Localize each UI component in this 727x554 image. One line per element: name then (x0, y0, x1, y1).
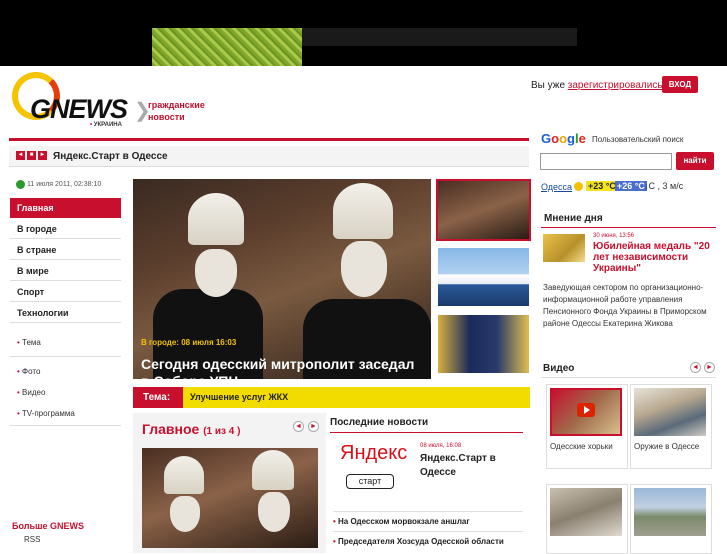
logo-text: GNEWS (30, 94, 128, 124)
video-title: Видео (543, 363, 575, 374)
opinion-headline[interactable]: Юбилейная медаль "20 лет независимости У… (593, 241, 718, 274)
rss-link[interactable]: RSS (24, 535, 40, 544)
main-news-title-text: Главное (142, 421, 200, 437)
tema-link[interactable]: Улучшение услуг ЖКХ (190, 392, 288, 402)
sidebar-divider (10, 356, 121, 357)
sidebar-link-tv[interactable]: TV-программа (17, 409, 75, 418)
opinion-title: Мнение дня (544, 213, 603, 224)
sidebar-item-main[interactable]: Главная (10, 198, 121, 218)
video-next-button[interactable]: ► (704, 362, 715, 373)
more-gnews-heading: Больше GNEWS (12, 521, 84, 531)
feature-category[interactable]: В городе: 08 июля 16:03 (141, 338, 236, 347)
latest-news-title: Последние новости (330, 417, 429, 428)
list-item[interactable]: На Одесском морвокзале аншлаг (333, 511, 523, 531)
login-question: Вы уже (531, 80, 568, 91)
weather-wind: ↓С , 3 м/с (644, 181, 684, 191)
play-icon[interactable] (577, 403, 595, 417)
login-button[interactable]: ВХОД (662, 76, 698, 93)
video-thumbnail[interactable] (634, 488, 706, 536)
latest-news-divider (330, 432, 523, 433)
yandex-logo-red: Я (340, 442, 355, 464)
video-thumbnail[interactable] (634, 388, 706, 436)
gnews-logo[interactable]: GNEWS УКРАИНА (12, 72, 128, 134)
sidebar-item-world[interactable]: В мире (10, 261, 121, 281)
yandex-start-image[interactable]: Яндекс старт (336, 440, 407, 496)
weather-temp-today: +23 °C (586, 181, 618, 191)
sidebar-item-tech[interactable]: Технологии (10, 303, 121, 323)
sidebar-link-tema[interactable]: Тема (17, 338, 41, 347)
video-caption[interactable]: Оружие в Одессе (634, 442, 699, 451)
feature-thumbnail[interactable] (436, 313, 531, 375)
banner-strip (302, 28, 577, 46)
sun-icon (574, 182, 583, 191)
video-thumbnail[interactable] (550, 488, 622, 536)
civic-news-label[interactable]: гражданские новости (148, 99, 208, 123)
header-divider (9, 138, 529, 141)
sidebar-item-sport[interactable]: Спорт (10, 282, 121, 302)
sidebar-item-country[interactable]: В стране (10, 240, 121, 260)
logo-sub: УКРАИНА (90, 122, 122, 128)
latest-news-date: 08 июля, 16:08 (420, 443, 462, 449)
feature-thumbnail[interactable] (436, 179, 531, 241)
clock-icon (16, 180, 25, 189)
list-item[interactable]: Председателя Хозсуда Одесской области (333, 531, 523, 551)
yandex-start-badge: старт (346, 474, 394, 489)
sidebar-divider (10, 425, 121, 426)
feature-photo[interactable] (133, 179, 431, 379)
video-divider (541, 377, 716, 378)
ticker-stop-button[interactable]: ■ (27, 151, 36, 160)
feature-headline[interactable]: Сегодня одесский митрополит заседал в Со… (141, 356, 426, 379)
current-date: 11 июля 2011, 02:38:10 (27, 181, 102, 188)
yandex-logo: Яндекс (340, 442, 407, 465)
main-next-button[interactable]: ► (308, 421, 319, 432)
video-prev-button[interactable]: ◄ (690, 362, 701, 373)
banner-image[interactable] (152, 28, 302, 66)
ticker-prev-button[interactable]: ◄ (16, 151, 25, 160)
yandex-logo-rest: ндекс (354, 442, 408, 464)
ticker-next-button[interactable]: ► (38, 151, 47, 160)
main-prev-button[interactable]: ◄ (293, 421, 304, 432)
tema-label: Тема: (133, 387, 183, 408)
latest-news-headline[interactable]: Яндекс.Старт в Одессе (420, 452, 520, 480)
opinion-image[interactable] (543, 234, 585, 262)
opinion-text: Заведующая сектором по организационно-ин… (543, 283, 707, 328)
opinion-date: 30 июня, 13:56 (593, 233, 635, 239)
google-logo: Google (541, 131, 586, 146)
weather-city-link[interactable]: Одесса (541, 182, 572, 192)
weather-temp-max: +26 °C (615, 181, 647, 191)
opinion-divider (541, 227, 716, 228)
ticker-headline[interactable]: Яндекс.Старт в Одессе (53, 151, 168, 162)
sidebar-link-video[interactable]: Видео (17, 388, 45, 397)
video-caption[interactable]: Одесские хорьки (550, 442, 613, 451)
sidebar-link-photo[interactable]: Фото (17, 367, 40, 376)
search-input[interactable] (540, 153, 672, 170)
register-link[interactable]: зарегистрировались (568, 80, 663, 91)
sidebar-item-city[interactable]: В городе (10, 219, 121, 239)
feature-thumbnail[interactable] (436, 246, 531, 308)
main-news-title: Главное (1 из 4 ) (142, 421, 240, 437)
main-news-counter: (1 из 4 ) (203, 426, 241, 437)
login-prompt: Вы уже зарегистрировались? (531, 80, 668, 91)
search-button[interactable]: найти (676, 152, 714, 170)
custom-search-label: Пользовательский поиск (592, 135, 684, 144)
main-news-photo[interactable] (142, 448, 318, 548)
